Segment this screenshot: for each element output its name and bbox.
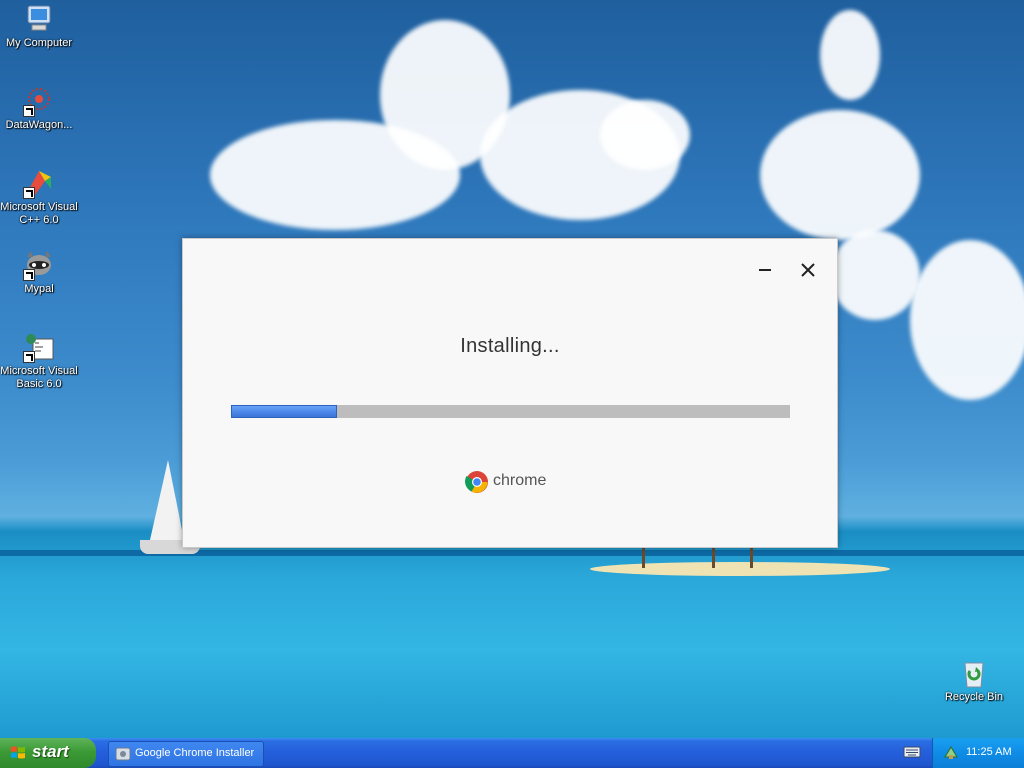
chrome-logo-icon: [465, 471, 488, 493]
chrome-brand-name: chrome: [493, 472, 547, 489]
my-computer-icon: [23, 3, 55, 35]
taskbar-button-chrome-installer[interactable]: Google Chrome Installer: [108, 741, 264, 767]
shortcut-arrow-icon: [23, 351, 35, 363]
desktop-icon-label: My Computer: [5, 37, 73, 49]
palm-trunk: [642, 546, 645, 568]
wallpaper-cloud: [600, 100, 690, 170]
close-button[interactable]: [795, 257, 821, 283]
taskbar: start Google Chrome Installer 11:25 AM: [0, 738, 1024, 768]
install-progress-bar: [231, 405, 790, 418]
windows-flag-icon: [11, 746, 25, 759]
desktop-icon-mypal[interactable]: Mypal: [0, 249, 79, 296]
desktop-icon-label: Microsoft Visual Basic 6.0: [0, 365, 78, 390]
system-tray: 11:25 AM: [932, 738, 1024, 768]
shortcut-arrow-icon: [23, 269, 35, 281]
desktop-icon-label: DataWagon...: [5, 119, 73, 131]
desktop-icon-label: Recycle Bin: [944, 691, 1004, 703]
wallpaper-cloud: [910, 240, 1024, 400]
wallpaper-cloud: [820, 10, 880, 100]
start-label: start: [32, 742, 69, 761]
chrome-brand: chrome: [465, 470, 546, 494]
close-icon: [801, 263, 815, 277]
shortcut-arrow-icon: [23, 187, 35, 199]
wallpaper-cloud: [830, 230, 920, 320]
sandbar: [590, 562, 890, 576]
recycle-bin-icon: [958, 657, 990, 689]
install-status-text: Installing...: [460, 335, 560, 357]
install-progress-fill: [231, 405, 337, 418]
minimize-button[interactable]: [752, 257, 778, 283]
palm-trunk: [712, 546, 715, 568]
keyboard-icon[interactable]: [903, 745, 921, 759]
desktop-icon-visual-cpp[interactable]: Microsoft Visual C++ 6.0: [0, 167, 79, 227]
start-button[interactable]: start: [0, 738, 96, 768]
mypal-icon: [23, 249, 55, 281]
network-tray-icon[interactable]: [943, 745, 959, 761]
desktop-icon-label: Microsoft Visual C++ 6.0: [0, 201, 78, 226]
minimize-icon: [759, 269, 771, 271]
clock[interactable]: 11:25 AM: [966, 746, 1012, 758]
taskbar-button-label: Google Chrome Installer: [135, 747, 255, 759]
desktop-icon-label: Mypal: [24, 283, 54, 295]
desktop-icon-recycle-bin[interactable]: Recycle Bin: [934, 657, 1014, 704]
datawagon-icon: [23, 85, 55, 117]
chrome-installer-window: Installing... chrome: [182, 238, 838, 548]
palm-trunk: [750, 546, 753, 568]
visual-cpp-icon: [23, 167, 55, 199]
shortcut-arrow-icon: [23, 105, 35, 117]
desktop-icon-my-computer[interactable]: My Computer: [0, 3, 79, 50]
desktop-icon-datawagon[interactable]: DataWagon...: [0, 85, 79, 132]
sailboat-sail: [150, 460, 184, 540]
desktop-icon-visual-basic[interactable]: Microsoft Visual Basic 6.0: [0, 331, 79, 391]
visual-basic-icon: [23, 331, 55, 363]
installer-app-icon: [115, 747, 131, 761]
wallpaper-cloud: [760, 110, 920, 240]
